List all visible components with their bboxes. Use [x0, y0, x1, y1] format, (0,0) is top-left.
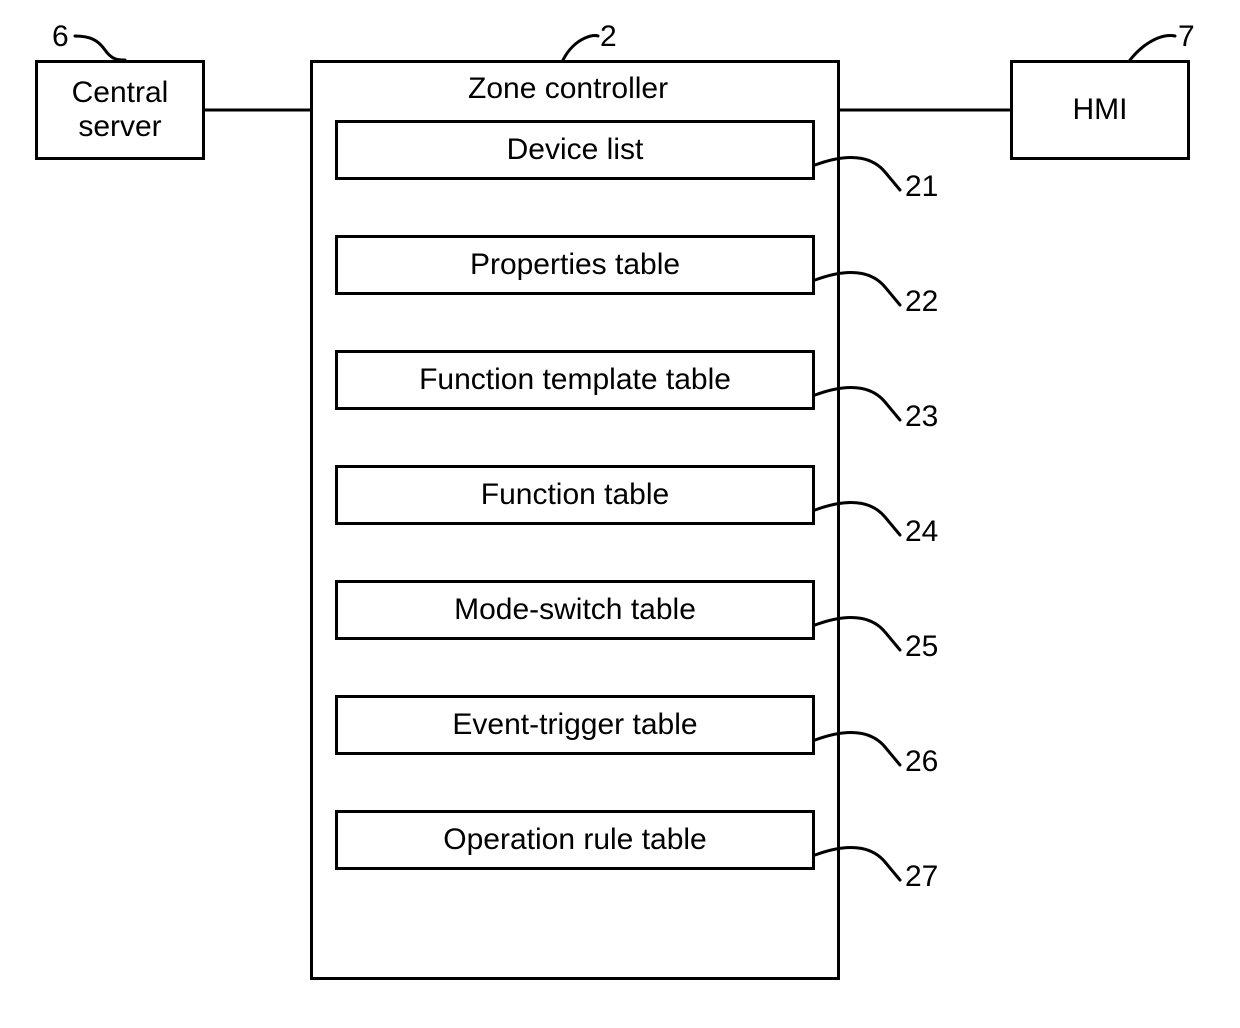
ref-item-0: 21 — [905, 170, 938, 204]
zone-item-3-label: Function table — [481, 478, 669, 512]
hmi-label: HMI — [1073, 93, 1128, 127]
zone-item-6: Operation rule table — [335, 810, 815, 870]
zone-item-0: Device list — [335, 120, 815, 180]
ref-item-6: 27 — [905, 860, 938, 894]
zone-item-6-label: Operation rule table — [443, 823, 707, 857]
ref-item-2: 23 — [905, 400, 938, 434]
zone-item-0-label: Device list — [507, 133, 644, 167]
zone-item-1: Properties table — [335, 235, 815, 295]
zone-item-3: Function table — [335, 465, 815, 525]
ref-central-server: 6 — [52, 20, 69, 54]
ref-hmi: 7 — [1178, 20, 1195, 54]
central-server-label: Central server — [72, 76, 169, 145]
hmi-block: HMI — [1010, 60, 1190, 160]
zone-item-4-label: Mode-switch table — [454, 593, 696, 627]
zone-item-2-label: Function template table — [419, 363, 731, 397]
zone-controller-title: Zone controller — [468, 72, 668, 106]
squiggle-ref-6 — [75, 36, 125, 60]
ref-item-3: 24 — [905, 515, 938, 549]
zone-item-5: Event-trigger table — [335, 695, 815, 755]
squiggle-ref-2 — [563, 36, 598, 61]
squiggle-ref-7 — [1130, 36, 1175, 61]
ref-item-1: 22 — [905, 285, 938, 319]
ref-item-5: 26 — [905, 745, 938, 779]
zone-item-5-label: Event-trigger table — [452, 708, 697, 742]
zone-item-2: Function template table — [335, 350, 815, 410]
zone-item-4: Mode-switch table — [335, 580, 815, 640]
ref-item-4: 25 — [905, 630, 938, 664]
ref-zone-controller: 2 — [600, 20, 617, 54]
zone-item-1-label: Properties table — [470, 248, 680, 282]
central-server-block: Central server — [35, 60, 205, 160]
